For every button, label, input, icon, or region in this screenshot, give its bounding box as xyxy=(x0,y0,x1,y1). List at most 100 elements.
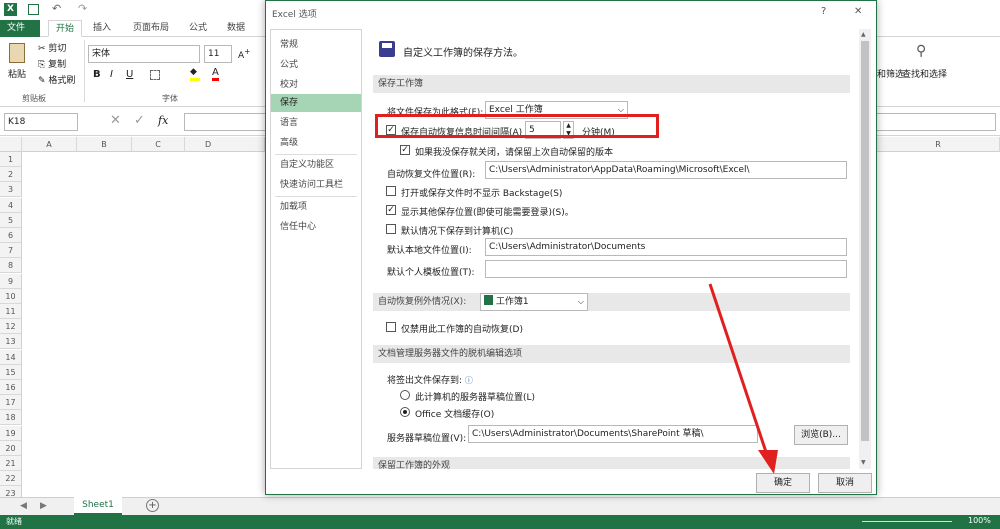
row-header[interactable]: 12 xyxy=(0,319,22,335)
paste-button[interactable]: 粘贴 xyxy=(8,67,26,80)
row-header[interactable]: 14 xyxy=(0,349,22,365)
fill-color-icon[interactable]: ◆ xyxy=(190,67,200,81)
row-header[interactable]: 11 xyxy=(0,304,22,319)
no-backstage-checkbox[interactable] xyxy=(386,186,396,196)
column-header-b[interactable]: B xyxy=(77,137,132,152)
row-header[interactable]: 18 xyxy=(0,410,22,426)
scroll-thumb[interactable] xyxy=(861,41,869,441)
server-drafts-radio[interactable] xyxy=(400,390,410,400)
personal-templates-input[interactable] xyxy=(485,260,847,278)
keep-last-version-checkbox[interactable]: ✓ xyxy=(400,145,410,155)
bold-button[interactable]: B xyxy=(93,69,101,80)
nav-proofing[interactable]: 校对 xyxy=(271,76,361,94)
font-color-icon[interactable]: A xyxy=(212,67,219,81)
nav-formulas[interactable]: 公式 xyxy=(271,56,361,74)
scroll-right-icon[interactable]: ▶ xyxy=(40,501,47,511)
tab-home[interactable]: 开始 xyxy=(48,20,83,37)
sheet-tab-sheet1[interactable]: Sheet1 xyxy=(74,497,122,515)
italic-button[interactable]: I xyxy=(110,69,113,80)
row-header[interactable]: 19 xyxy=(0,425,22,441)
local-location-input[interactable]: C:\Users\Administrator\Documents xyxy=(485,238,847,256)
column-header-a[interactable]: A xyxy=(22,137,77,152)
show-other-locations-checkbox[interactable]: ✓ xyxy=(386,205,396,215)
cut-button[interactable]: ✂ 剪切 xyxy=(38,41,66,54)
paste-icon[interactable] xyxy=(9,43,25,63)
column-header-d[interactable]: D xyxy=(185,137,265,152)
enter-icon[interactable]: ✓ xyxy=(134,113,145,128)
redo-icon[interactable]: ↷ xyxy=(78,2,87,15)
grow-font-icon[interactable]: A+ xyxy=(238,47,250,61)
row-header[interactable]: 15 xyxy=(0,364,22,380)
function-icon[interactable]: fx xyxy=(158,114,168,127)
copy-button[interactable]: ⎘ 复制 xyxy=(38,57,66,70)
tab-data[interactable]: 数据 xyxy=(220,20,252,37)
tab-file[interactable]: 文件 xyxy=(0,20,40,37)
add-sheet-icon[interactable]: + xyxy=(146,499,159,512)
autorecover-location-input[interactable]: C:\Users\Administrator\AppData\Roaming\M… xyxy=(485,161,847,179)
column-header-r[interactable]: R xyxy=(877,137,1000,152)
row-header[interactable]: 10 xyxy=(0,288,22,304)
nav-trust-center[interactable]: 信任中心 xyxy=(271,218,361,236)
row-header[interactable]: 17 xyxy=(0,395,22,411)
column-header-c[interactable]: C xyxy=(132,137,185,152)
tab-page-layout[interactable]: 页面布局 xyxy=(126,20,176,37)
cancel-button[interactable]: 取消 xyxy=(818,473,872,493)
undo-icon[interactable]: ↶ xyxy=(52,2,61,15)
row-header[interactable]: 13 xyxy=(0,334,22,350)
close-button[interactable]: ✕ xyxy=(854,6,862,17)
nav-divider xyxy=(275,154,357,155)
underline-button[interactable]: U xyxy=(126,69,133,80)
filter-button[interactable]: 和筛选 xyxy=(877,67,904,80)
row-header[interactable]: 2 xyxy=(0,167,22,183)
nav-language[interactable]: 语言 xyxy=(271,114,361,132)
nav-quick-access[interactable]: 快速访问工具栏 xyxy=(271,176,361,194)
row-header[interactable]: 1 xyxy=(0,152,22,167)
clipboard-group-label: 剪贴板 xyxy=(22,94,46,103)
row-header[interactable]: 16 xyxy=(0,380,22,395)
row-header[interactable]: 7 xyxy=(0,243,22,259)
tab-formulas[interactable]: 公式 xyxy=(182,20,214,37)
save-icon[interactable] xyxy=(28,4,39,15)
nav-customize-ribbon[interactable]: 自定义功能区 xyxy=(271,156,361,174)
find-select-button[interactable]: 查找和选择 xyxy=(902,67,947,80)
scissors-icon: ✂ xyxy=(38,44,46,54)
row-header[interactable]: 6 xyxy=(0,228,22,243)
browse-button[interactable]: 浏览(B)... xyxy=(794,425,848,445)
autorecover-location-label: 自动恢复文件位置(R): xyxy=(387,170,476,180)
office-cache-radio-label: Office 文档缓存(O) xyxy=(415,410,495,420)
nav-general[interactable]: 常规 xyxy=(271,36,361,54)
save-to-computer-checkbox[interactable] xyxy=(386,224,396,234)
format-painter-button[interactable]: ✎ 格式刷 xyxy=(38,73,75,86)
row-header[interactable]: 3 xyxy=(0,182,22,198)
row-header[interactable]: 4 xyxy=(0,197,22,213)
row-header[interactable]: 9 xyxy=(0,273,22,289)
exceptions-workbook-select[interactable]: 工作簿1 ⌵ xyxy=(480,293,588,311)
disable-autorecover-label: 仅禁用此工作簿的自动恢复(D) xyxy=(401,325,523,335)
row-header[interactable]: 20 xyxy=(0,440,22,456)
row-header[interactable]: 22 xyxy=(0,471,22,487)
scroll-down-icon[interactable]: ▼ xyxy=(861,459,866,466)
cancel-icon[interactable]: ✕ xyxy=(110,113,121,128)
scroll-left-icon[interactable]: ◀ xyxy=(20,501,27,511)
select-all-corner[interactable] xyxy=(0,137,22,152)
border-icon[interactable] xyxy=(150,70,160,80)
zoom-slider[interactable] xyxy=(862,521,952,522)
font-name-select[interactable]: 宋体 xyxy=(88,45,200,63)
panel-scrollbar[interactable]: ▲ ▼ xyxy=(859,29,871,469)
tab-insert[interactable]: 插入 xyxy=(86,20,118,37)
nav-addins[interactable]: 加载项 xyxy=(271,198,361,216)
help-button[interactable]: ? xyxy=(821,6,826,17)
nav-save[interactable]: 保存 xyxy=(271,94,361,112)
local-location-label: 默认本地文件位置(I): xyxy=(387,246,472,256)
nav-advanced[interactable]: 高级 xyxy=(271,134,361,152)
sheet-tab-bar: ◀ ▶ Sheet1 + xyxy=(0,497,1000,515)
scroll-up-icon[interactable]: ▲ xyxy=(861,31,866,38)
row-header[interactable]: 5 xyxy=(0,212,22,228)
disable-autorecover-checkbox[interactable] xyxy=(386,322,396,332)
zoom-level[interactable]: 100% xyxy=(968,516,991,525)
font-size-select[interactable]: 11 xyxy=(204,45,232,63)
office-cache-radio[interactable] xyxy=(400,407,410,417)
name-box[interactable]: K18 xyxy=(4,113,78,131)
row-header[interactable]: 8 xyxy=(0,258,22,274)
row-header[interactable]: 21 xyxy=(0,456,22,471)
